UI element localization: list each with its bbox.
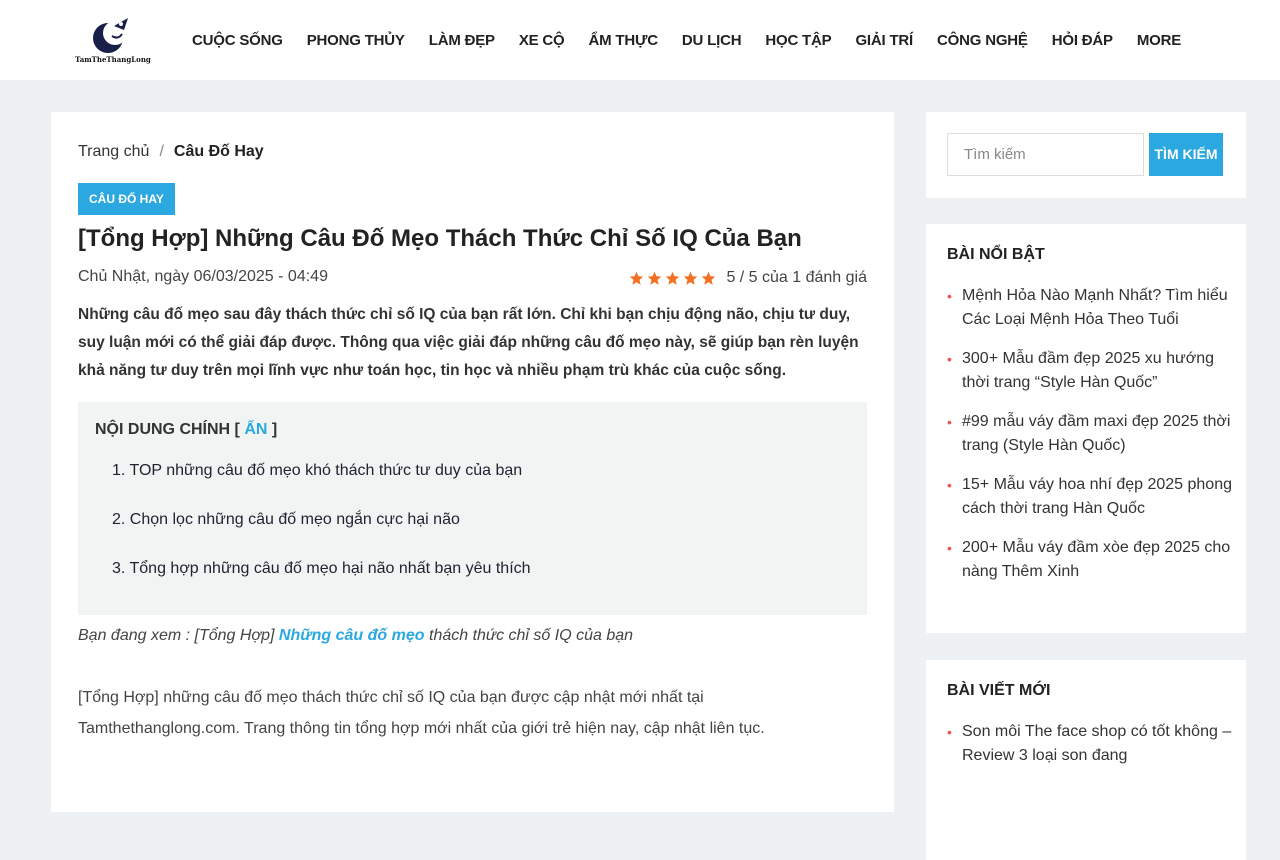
featured-item[interactable]: • 300+ Mẫu đầm đẹp 2025 xu hướng thời tra… (947, 347, 1232, 395)
bullet-icon: • (947, 724, 952, 740)
star-icon[interactable] (647, 271, 662, 286)
article-rating: 5 / 5 của 1 đánh giá (629, 269, 867, 287)
search-input[interactable] (947, 133, 1144, 176)
nav-du-lich[interactable]: DU LỊCH (670, 32, 753, 49)
article-card: Trang chủ / Câu Đố Hay CÂU ĐỐ HAY [Tổng … (51, 112, 894, 812)
featured-item[interactable]: • Mệnh Hỏa Nào Mạnh Nhất? Tìm hiểu Các Lo… (947, 284, 1232, 332)
featured-item-label[interactable]: 200+ Mẫu váy đầm xòe đẹp 2025 cho nàng T… (962, 539, 1230, 580)
breadcrumb-current[interactable]: Câu Đố Hay (174, 143, 264, 161)
toc-toggle-link[interactable]: ẨN (244, 421, 267, 438)
featured-list: • Mệnh Hỏa Nào Mạnh Nhất? Tìm hiểu Các Lo… (947, 284, 1232, 599)
nav-cuoc-song[interactable]: CUỘC SỐNG (180, 32, 295, 49)
toc-item[interactable]: 3. Tổng hợp những câu đố mẹo hại não nhấ… (112, 558, 531, 607)
recent-posts-widget: BÀI VIẾT MỚI • Son môi The face shop có t… (926, 660, 1246, 860)
nav-hoi-dap[interactable]: HỎI ĐÁP (1040, 32, 1125, 49)
nav-lam-dep[interactable]: LÀM ĐẸP (417, 32, 507, 49)
star-icon[interactable] (629, 271, 644, 286)
nav-cong-nghe[interactable]: CÔNG NGHỆ (925, 32, 1040, 49)
featured-item-label[interactable]: 300+ Mẫu đầm đẹp 2025 xu hướng thời tran… (962, 350, 1214, 391)
bullet-icon: • (947, 351, 952, 367)
featured-posts-widget: BÀI NỔI BẬT • Mệnh Hỏa Nào Mạnh Nhất? Tìm… (926, 224, 1246, 633)
site-header: TamTheThangLong CUỘC SỐNG PHONG THỦY LÀM… (0, 0, 1280, 80)
recent-item[interactable]: • Son môi The face shop có tốt không – Re… (947, 720, 1232, 768)
bullet-icon: • (947, 477, 952, 493)
toc-item[interactable]: 1. TOP những câu đố mẹo khó thách thức t… (112, 460, 531, 509)
featured-heading: BÀI NỔI BẬT (947, 246, 1045, 263)
featured-item[interactable]: • 15+ Mẫu váy hoa nhí đẹp 2025 phong cách… (947, 473, 1232, 521)
rating-stars[interactable] (629, 271, 716, 286)
article-title: [Tổng Hợp] Những Câu Đố Mẹo Thách Thức C… (78, 225, 802, 252)
bullet-icon: • (947, 414, 952, 430)
toc-title: NỘI DUNG CHÍNH [ ẨN ] (95, 421, 277, 439)
viewing-prefix: Bạn đang xem : [Tổng Hợp] (78, 627, 279, 644)
recent-list: • Son môi The face shop có tốt không – Re… (947, 720, 1232, 783)
toc-title-suffix: ] (267, 421, 278, 438)
site-logo[interactable]: TamTheThangLong (74, 16, 152, 66)
nav-more[interactable]: MORE (1125, 32, 1193, 49)
nav-hoc-tap[interactable]: HỌC TẬP (753, 32, 843, 49)
viewing-suffix: thách thức chỉ số IQ của bạn (424, 627, 634, 644)
article-intro: Những câu đố mẹo sau đây thách thức chỉ … (78, 306, 859, 379)
logo-text: TamTheThangLong (75, 55, 151, 64)
breadcrumb-separator: / (159, 143, 164, 160)
main-nav: CUỘC SỐNG PHONG THỦY LÀM ĐẸP XE CỘ ẨM TH… (180, 0, 1193, 80)
article-body: [Tổng Hợp] những câu đố mẹo thách thức c… (78, 689, 765, 737)
featured-item[interactable]: • 200+ Mẫu váy đầm xòe đẹp 2025 cho nàng … (947, 536, 1232, 584)
breadcrumb-home[interactable]: Trang chủ (78, 143, 149, 161)
featured-item-label[interactable]: 15+ Mẫu váy hoa nhí đẹp 2025 phong cách … (962, 476, 1232, 517)
breadcrumb: Trang chủ / Câu Đố Hay (78, 143, 264, 161)
nav-xe-co[interactable]: XE CỘ (507, 32, 577, 49)
logo-icon (93, 18, 128, 53)
recent-heading: BÀI VIẾT MỚI (947, 682, 1051, 699)
category-badge[interactable]: CÂU ĐỐ HAY (78, 183, 175, 215)
featured-item-label[interactable]: #99 mẫu váy đầm maxi đẹp 2025 thời trang… (962, 413, 1230, 454)
viewing-note: Bạn đang xem : [Tổng Hợp] Những câu đố m… (78, 627, 633, 645)
toc-item[interactable]: 2. Chọn lọc những câu đố mẹo ngắn cực hạ… (112, 509, 531, 558)
star-icon[interactable] (701, 271, 716, 286)
star-icon[interactable] (683, 271, 698, 286)
search-widget: TÌM KIẾM (926, 112, 1246, 198)
search-button[interactable]: TÌM KIẾM (1149, 133, 1223, 176)
toc-title-prefix: NỘI DUNG CHÍNH [ (95, 421, 245, 438)
viewing-link[interactable]: Những câu đố mẹo (279, 627, 425, 644)
bullet-icon: • (947, 288, 952, 304)
toc-list: 1. TOP những câu đố mẹo khó thách thức t… (112, 460, 531, 607)
article-date: Chủ Nhật, ngày 06/03/2025 - 04:49 (78, 268, 328, 285)
featured-item-label[interactable]: Mệnh Hỏa Nào Mạnh Nhất? Tìm hiểu Các Loạ… (962, 287, 1228, 328)
table-of-contents: NỘI DUNG CHÍNH [ ẨN ] 1. TOP những câu đ… (78, 402, 867, 615)
featured-item[interactable]: • #99 mẫu váy đầm maxi đẹp 2025 thời tran… (947, 410, 1232, 458)
recent-item-label[interactable]: Son môi The face shop có tốt không – Rev… (962, 723, 1231, 764)
star-icon[interactable] (665, 271, 680, 286)
nav-am-thuc[interactable]: ẨM THỰC (577, 32, 670, 49)
nav-giai-tri[interactable]: GIẢI TRÍ (843, 32, 925, 49)
nav-phong-thuy[interactable]: PHONG THỦY (295, 32, 417, 49)
bullet-icon: • (947, 540, 952, 556)
rating-text: 5 / 5 của 1 đánh giá (726, 269, 867, 286)
